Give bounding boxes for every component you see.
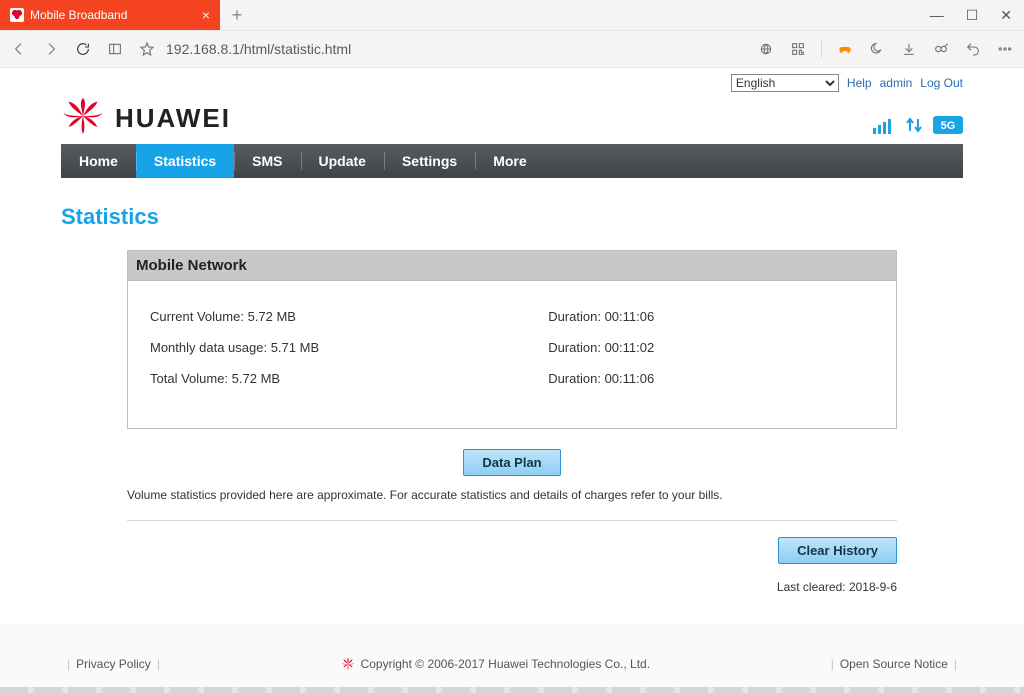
content: Statistics Mobile Network Current Volume…	[61, 178, 963, 624]
sidebar-icon[interactable]	[106, 40, 124, 58]
current-duration-label: Duration:	[548, 309, 601, 324]
page-topbar: English Help admin Log Out	[61, 68, 963, 92]
url-input[interactable]	[164, 40, 588, 58]
window-close-icon[interactable]: ✕	[1000, 7, 1012, 24]
main-nav: Home Statistics SMS Update Settings More	[61, 144, 963, 178]
window-controls: — ☐ ✕	[930, 0, 1024, 30]
window-maximize-icon[interactable]: ☐	[966, 7, 979, 24]
browser-chrome: Mobile Broadband × + — ☐ ✕	[0, 0, 1024, 68]
huawei-flower-icon-small	[341, 657, 355, 671]
browser-toolbar	[0, 31, 1024, 68]
svg-text:5G: 5G	[941, 120, 956, 132]
current-volume-label: Current Volume:	[150, 309, 244, 324]
tab-close-icon[interactable]: ×	[202, 8, 210, 22]
page-title: Statistics	[61, 204, 963, 230]
page: English Help admin Log Out	[0, 68, 1024, 624]
night-mode-icon[interactable]	[868, 40, 886, 58]
clear-history-button[interactable]: Clear History	[778, 537, 897, 564]
separator	[821, 40, 822, 58]
last-cleared-label: Last cleared:	[777, 580, 846, 594]
toolbar-right	[757, 40, 1014, 58]
undo-icon[interactable]	[964, 40, 982, 58]
favicon-icon	[10, 8, 24, 22]
brand-logo: HUAWEI	[61, 98, 231, 134]
browser-tab-active[interactable]: Mobile Broadband ×	[0, 0, 220, 30]
divider	[127, 520, 897, 521]
reload-icon[interactable]	[74, 40, 92, 58]
monthly-label: Monthly data usage:	[150, 340, 267, 355]
monthly-value: 5.71 MB	[271, 340, 319, 355]
total-duration-label: Duration:	[548, 371, 601, 386]
help-link[interactable]: Help	[847, 76, 872, 90]
privacy-policy-link[interactable]: Privacy Policy	[76, 657, 151, 671]
nav-statistics[interactable]: Statistics	[136, 144, 234, 178]
brand-text: HUAWEI	[115, 103, 231, 134]
tab-strip: Mobile Broadband × + — ☐ ✕	[0, 0, 1024, 31]
network-5g-icon: 5G	[933, 116, 963, 134]
stats-panel: Mobile Network Current Volume: 5.72 MB D…	[127, 250, 897, 594]
huawei-flower-icon	[61, 98, 105, 134]
copyright-text: Copyright © 2006-2017 Huawei Technologie…	[361, 657, 650, 671]
last-cleared: Last cleared: 2018-9-6	[127, 580, 897, 594]
window-minimize-icon[interactable]: —	[930, 7, 944, 23]
footer: | Privacy Policy | Copyright © 2006-2017…	[0, 648, 1024, 671]
favorite-icon[interactable]	[138, 40, 156, 58]
signal-bars-icon	[873, 116, 895, 134]
panel-header: Mobile Network	[128, 251, 896, 281]
qr-icon[interactable]	[789, 40, 807, 58]
total-value: 5.72 MB	[232, 371, 280, 386]
stat-row-monthly: Monthly data usage: 5.71 MB Duration: 00…	[150, 332, 874, 363]
current-volume-value: 5.72 MB	[248, 309, 296, 324]
logout-link[interactable]: Log Out	[920, 76, 963, 90]
stat-row-total: Total Volume: 5.72 MB Duration: 00:11:06	[150, 363, 874, 394]
monthly-duration-label: Duration:	[548, 340, 601, 355]
user-link[interactable]: admin	[880, 76, 913, 90]
current-duration-value: 00:11:06	[605, 309, 655, 324]
status-icons: 5G	[873, 116, 963, 134]
address-bar	[138, 40, 743, 58]
back-icon[interactable]	[10, 40, 28, 58]
stat-row-current: Current Volume: 5.72 MB Duration: 00:11:…	[150, 301, 874, 332]
taskbar-sliver	[0, 687, 1024, 693]
nav-more[interactable]: More	[475, 144, 544, 178]
header: HUAWEI 5G	[61, 92, 963, 144]
nav-settings[interactable]: Settings	[384, 144, 475, 178]
nav-update[interactable]: Update	[301, 144, 384, 178]
nav-home[interactable]: Home	[61, 144, 136, 178]
approximate-note: Volume statistics provided here are appr…	[127, 488, 897, 502]
gamepad-icon[interactable]	[836, 40, 854, 58]
up-down-arrows-icon	[905, 116, 923, 134]
nav-sms[interactable]: SMS	[234, 144, 300, 178]
menu-icon[interactable]	[996, 40, 1014, 58]
tab-title: Mobile Broadband	[30, 8, 127, 22]
data-plan-button[interactable]: Data Plan	[463, 449, 560, 476]
open-source-link[interactable]: Open Source Notice	[840, 657, 948, 671]
total-label: Total Volume:	[150, 371, 228, 386]
total-duration-value: 00:11:06	[605, 371, 655, 386]
new-tab-button[interactable]: +	[220, 0, 254, 30]
download-icon[interactable]	[900, 40, 918, 58]
ie-mode-icon[interactable]	[757, 40, 775, 58]
screenshot-icon[interactable]	[932, 40, 950, 58]
forward-icon[interactable]	[42, 40, 60, 58]
last-cleared-value: 2018-9-6	[849, 580, 897, 594]
monthly-duration-value: 00:11:02	[605, 340, 655, 355]
language-select[interactable]: English	[731, 74, 839, 92]
